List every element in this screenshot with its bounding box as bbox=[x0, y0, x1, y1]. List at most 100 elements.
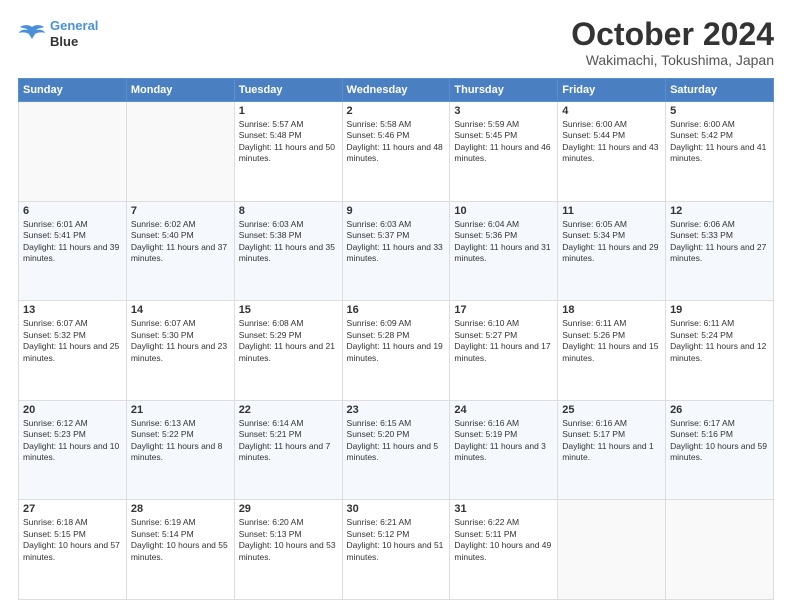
calendar-cell bbox=[19, 102, 127, 202]
calendar-table: SundayMondayTuesdayWednesdayThursdayFrid… bbox=[18, 78, 774, 600]
calendar-cell: 17 Sunrise: 6:10 AM Sunset: 5:27 PM Dayli… bbox=[450, 301, 558, 401]
day-number: 12 bbox=[670, 205, 769, 217]
calendar-cell: 10Sunrise: 6:04 AM Sunset: 5:36 PM Dayli… bbox=[450, 201, 558, 301]
calendar-cell: 31 Sunrise: 6:22 AM Sunset: 5:11 PM Dayli… bbox=[450, 500, 558, 600]
cell-content: Sunrise: 6:21 AM Sunset: 5:12 PM Dayligh… bbox=[347, 517, 446, 563]
page: General Blue October 2024 Wakimachi, Tok… bbox=[0, 0, 792, 612]
day-number: 9 bbox=[347, 205, 446, 217]
calendar-cell: 26 Sunrise: 6:17 AM Sunset: 5:16 PM Dayli… bbox=[666, 400, 774, 500]
cell-content: Sunrise: 5:58 AM Sunset: 5:46 PM Dayligh… bbox=[347, 119, 446, 165]
cell-content: Sunrise: 6:08 AM Sunset: 5:29 PM Dayligh… bbox=[239, 318, 338, 364]
day-number: 22 bbox=[239, 404, 338, 416]
cell-content: Sunrise: 6:01 AM Sunset: 5:41 PM Dayligh… bbox=[23, 219, 122, 265]
title-block: October 2024 Wakimachi, Tokushima, Japan bbox=[571, 18, 774, 68]
logo-line1: General bbox=[50, 18, 98, 33]
calendar-week-row: 6 Sunrise: 6:01 AM Sunset: 5:41 PM Daylig… bbox=[19, 201, 774, 301]
calendar-cell: 19 Sunrise: 6:11 AM Sunset: 5:24 PM Dayli… bbox=[666, 301, 774, 401]
day-number: 17 bbox=[454, 304, 553, 316]
cell-content: Sunrise: 6:03 AM Sunset: 5:37 PM Dayligh… bbox=[347, 219, 446, 265]
cell-content: Sunrise: 6:13 AM Sunset: 5:22 PM Dayligh… bbox=[131, 418, 230, 464]
day-number: 26 bbox=[670, 404, 769, 416]
calendar-week-row: 20 Sunrise: 6:12 AM Sunset: 5:23 PM Dayli… bbox=[19, 400, 774, 500]
cell-content: Sunrise: 6:06 AM Sunset: 5:33 PM Dayligh… bbox=[670, 219, 769, 265]
day-number: 25 bbox=[562, 404, 661, 416]
day-number: 20 bbox=[23, 404, 122, 416]
logo: General Blue bbox=[18, 18, 98, 49]
cell-content: Sunrise: 6:11 AM Sunset: 5:24 PM Dayligh… bbox=[670, 318, 769, 364]
cell-content: Sunrise: 6:17 AM Sunset: 5:16 PM Dayligh… bbox=[670, 418, 769, 464]
cell-content: Sunrise: 6:14 AM Sunset: 5:21 PM Dayligh… bbox=[239, 418, 338, 464]
cell-content: Sunrise: 5:57 AM Sunset: 5:48 PM Dayligh… bbox=[239, 119, 338, 165]
day-number: 29 bbox=[239, 503, 338, 515]
calendar-cell bbox=[666, 500, 774, 600]
day-header-thursday: Thursday bbox=[450, 79, 558, 102]
day-header-sunday: Sunday bbox=[19, 79, 127, 102]
day-number: 14 bbox=[131, 304, 230, 316]
calendar-cell: 7 Sunrise: 6:02 AM Sunset: 5:40 PM Daylig… bbox=[126, 201, 234, 301]
month-title: October 2024 bbox=[571, 18, 774, 50]
logo-line2: Blue bbox=[50, 34, 98, 50]
day-number: 31 bbox=[454, 503, 553, 515]
cell-content: Sunrise: 6:20 AM Sunset: 5:13 PM Dayligh… bbox=[239, 517, 338, 563]
cell-content: Sunrise: 6:00 AM Sunset: 5:44 PM Dayligh… bbox=[562, 119, 661, 165]
calendar-cell bbox=[558, 500, 666, 600]
calendar-cell: 5 Sunrise: 6:00 AM Sunset: 5:42 PM Daylig… bbox=[666, 102, 774, 202]
cell-content: Sunrise: 6:22 AM Sunset: 5:11 PM Dayligh… bbox=[454, 517, 553, 563]
calendar-cell: 18 Sunrise: 6:11 AM Sunset: 5:26 PM Dayli… bbox=[558, 301, 666, 401]
calendar-cell: 27Sunrise: 6:18 AM Sunset: 5:15 PM Dayli… bbox=[19, 500, 127, 600]
calendar-cell: 6 Sunrise: 6:01 AM Sunset: 5:41 PM Daylig… bbox=[19, 201, 127, 301]
calendar-cell: 8Sunrise: 6:03 AM Sunset: 5:38 PM Daylig… bbox=[234, 201, 342, 301]
day-header-tuesday: Tuesday bbox=[234, 79, 342, 102]
calendar-cell: 3 Sunrise: 5:59 AM Sunset: 5:45 PM Daylig… bbox=[450, 102, 558, 202]
day-number: 6 bbox=[23, 205, 122, 217]
calendar-cell: 16Sunrise: 6:09 AM Sunset: 5:28 PM Dayli… bbox=[342, 301, 450, 401]
cell-content: Sunrise: 6:07 AM Sunset: 5:30 PM Dayligh… bbox=[131, 318, 230, 364]
cell-content: Sunrise: 6:12 AM Sunset: 5:23 PM Dayligh… bbox=[23, 418, 122, 464]
calendar-cell: 11Sunrise: 6:05 AM Sunset: 5:34 PM Dayli… bbox=[558, 201, 666, 301]
day-number: 5 bbox=[670, 105, 769, 117]
calendar-cell: 9 Sunrise: 6:03 AM Sunset: 5:37 PM Daylig… bbox=[342, 201, 450, 301]
cell-content: Sunrise: 6:16 AM Sunset: 5:17 PM Dayligh… bbox=[562, 418, 661, 464]
calendar-cell: 12 Sunrise: 6:06 AM Sunset: 5:33 PM Dayli… bbox=[666, 201, 774, 301]
day-number: 19 bbox=[670, 304, 769, 316]
calendar-week-row: 13Sunrise: 6:07 AM Sunset: 5:32 PM Dayli… bbox=[19, 301, 774, 401]
day-number: 16 bbox=[347, 304, 446, 316]
cell-content: Sunrise: 6:02 AM Sunset: 5:40 PM Dayligh… bbox=[131, 219, 230, 265]
day-number: 18 bbox=[562, 304, 661, 316]
cell-content: Sunrise: 6:05 AM Sunset: 5:34 PM Dayligh… bbox=[562, 219, 661, 265]
day-number: 27 bbox=[23, 503, 122, 515]
calendar-cell: 2 Sunrise: 5:58 AM Sunset: 5:46 PM Daylig… bbox=[342, 102, 450, 202]
cell-content: Sunrise: 6:16 AM Sunset: 5:19 PM Dayligh… bbox=[454, 418, 553, 464]
day-number: 23 bbox=[347, 404, 446, 416]
day-number: 8 bbox=[239, 205, 338, 217]
day-number: 21 bbox=[131, 404, 230, 416]
calendar-cell: 20 Sunrise: 6:12 AM Sunset: 5:23 PM Dayli… bbox=[19, 400, 127, 500]
cell-content: Sunrise: 6:10 AM Sunset: 5:27 PM Dayligh… bbox=[454, 318, 553, 364]
day-header-monday: Monday bbox=[126, 79, 234, 102]
calendar-cell: 28Sunrise: 6:19 AM Sunset: 5:14 PM Dayli… bbox=[126, 500, 234, 600]
day-number: 3 bbox=[454, 105, 553, 117]
day-header-wednesday: Wednesday bbox=[342, 79, 450, 102]
day-number: 4 bbox=[562, 105, 661, 117]
calendar-cell: 23 Sunrise: 6:15 AM Sunset: 5:20 PM Dayli… bbox=[342, 400, 450, 500]
cell-content: Sunrise: 6:11 AM Sunset: 5:26 PM Dayligh… bbox=[562, 318, 661, 364]
header: General Blue October 2024 Wakimachi, Tok… bbox=[18, 18, 774, 68]
cell-content: Sunrise: 6:00 AM Sunset: 5:42 PM Dayligh… bbox=[670, 119, 769, 165]
day-number: 7 bbox=[131, 205, 230, 217]
location: Wakimachi, Tokushima, Japan bbox=[571, 52, 774, 68]
calendar-week-row: 1 Sunrise: 5:57 AM Sunset: 5:48 PM Daylig… bbox=[19, 102, 774, 202]
calendar-cell: 25 Sunrise: 6:16 AM Sunset: 5:17 PM Dayli… bbox=[558, 400, 666, 500]
cell-content: Sunrise: 6:04 AM Sunset: 5:36 PM Dayligh… bbox=[454, 219, 553, 265]
day-number: 24 bbox=[454, 404, 553, 416]
day-number: 1 bbox=[239, 105, 338, 117]
cell-content: Sunrise: 5:59 AM Sunset: 5:45 PM Dayligh… bbox=[454, 119, 553, 165]
calendar-cell: 14 Sunrise: 6:07 AM Sunset: 5:30 PM Dayli… bbox=[126, 301, 234, 401]
day-header-saturday: Saturday bbox=[666, 79, 774, 102]
calendar-cell: 21 Sunrise: 6:13 AM Sunset: 5:22 PM Dayli… bbox=[126, 400, 234, 500]
calendar-cell: 15Sunrise: 6:08 AM Sunset: 5:29 PM Dayli… bbox=[234, 301, 342, 401]
cell-content: Sunrise: 6:15 AM Sunset: 5:20 PM Dayligh… bbox=[347, 418, 446, 464]
cell-content: Sunrise: 6:07 AM Sunset: 5:32 PM Dayligh… bbox=[23, 318, 122, 364]
calendar-cell: 22 Sunrise: 6:14 AM Sunset: 5:21 PM Dayli… bbox=[234, 400, 342, 500]
day-number: 2 bbox=[347, 105, 446, 117]
calendar-cell: 4 Sunrise: 6:00 AM Sunset: 5:44 PM Daylig… bbox=[558, 102, 666, 202]
